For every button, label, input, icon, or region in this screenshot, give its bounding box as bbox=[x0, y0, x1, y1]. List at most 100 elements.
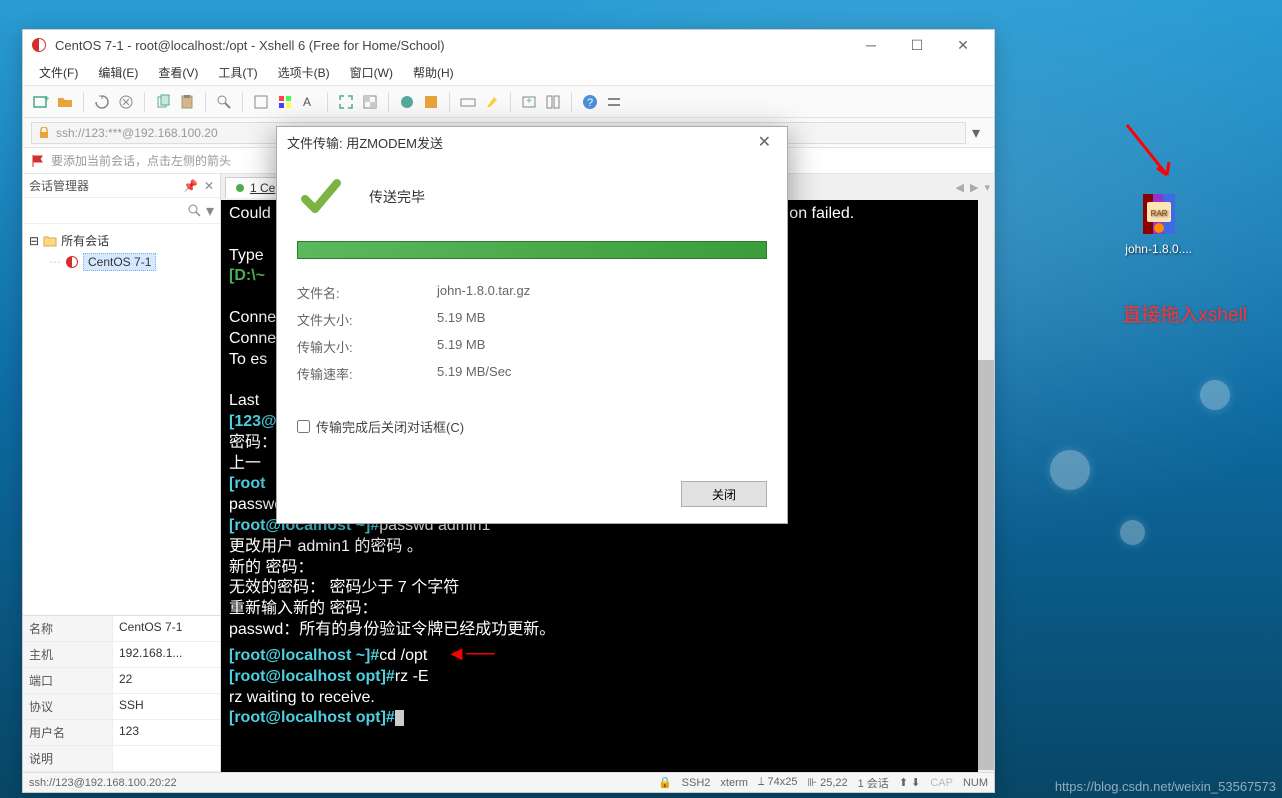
terminal-scrollbar[interactable] bbox=[978, 200, 994, 772]
address-dropdown[interactable]: ▾ bbox=[966, 123, 986, 143]
tb-transparent[interactable] bbox=[360, 92, 380, 112]
status-cap: CAP bbox=[930, 777, 953, 789]
annotation-text: 直接拖入xshell bbox=[1122, 300, 1247, 327]
prop-user-key: 用户名 bbox=[23, 720, 113, 745]
flag-icon bbox=[31, 154, 45, 168]
minimize-button[interactable]: ─ bbox=[848, 30, 894, 60]
dlg-filesize-label: 文件大小: bbox=[297, 310, 437, 329]
tb-color[interactable] bbox=[275, 92, 295, 112]
dlg-filesize-value: 5.19 MB bbox=[437, 310, 485, 329]
dialog-titlebar[interactable]: 文件传输: 用ZMODEM发送 ✕ bbox=[277, 127, 787, 157]
dlg-filename-value: john-1.8.0.tar.gz bbox=[437, 283, 530, 302]
desktop-file-icon[interactable]: RAR john-1.8.0.... bbox=[1125, 190, 1192, 256]
status-ssh-icon: 🔒 bbox=[658, 776, 672, 789]
dialog-close-button[interactable]: ✕ bbox=[752, 132, 777, 152]
toolbar: + A + ? bbox=[23, 86, 994, 118]
maximize-button[interactable]: ☐ bbox=[894, 30, 940, 60]
session-tree: ⊟ 所有会话 ⋯ CentOS 7-1 bbox=[23, 224, 220, 615]
tb-xftp[interactable] bbox=[397, 92, 417, 112]
prop-proto-val: SSH bbox=[113, 694, 220, 719]
tab-label: 1 Ce bbox=[250, 181, 275, 195]
session-properties: 名称CentOS 7-1 主机192.168.1... 端口22 协议SSH 用… bbox=[23, 615, 220, 772]
tb-fullscreen[interactable] bbox=[336, 92, 356, 112]
menubar: 文件(F) 编辑(E) 查看(V) 工具(T) 选项卡(B) 窗口(W) 帮助(… bbox=[23, 60, 994, 86]
transfer-dialog: 文件传输: 用ZMODEM发送 ✕ 传送完毕 文件名:john-1.8.0.ta… bbox=[276, 126, 788, 524]
tb-reconnect[interactable] bbox=[92, 92, 112, 112]
dialog-checkbox[interactable]: 传输完成后关闭对话框(C) bbox=[297, 417, 767, 436]
dlg-filename-label: 文件名: bbox=[297, 283, 437, 302]
tree-root[interactable]: ⊟ 所有会话 bbox=[29, 230, 214, 251]
tb-copy[interactable] bbox=[153, 92, 173, 112]
tb-highlight[interactable] bbox=[482, 92, 502, 112]
tab-prev[interactable]: ◀ bbox=[956, 181, 964, 194]
prop-user-val: 123 bbox=[113, 720, 220, 745]
tb-keyboard[interactable] bbox=[458, 92, 478, 112]
dlg-transfer-label: 传输大小: bbox=[297, 337, 437, 356]
tree-root-label: 所有会话 bbox=[61, 232, 109, 249]
dlg-rate-label: 传输速率: bbox=[297, 364, 437, 383]
sidebar-title: 会话管理器 bbox=[29, 177, 89, 194]
prop-desc-key: 说明 bbox=[23, 746, 113, 771]
prop-port-val: 22 bbox=[113, 668, 220, 693]
tab-menu[interactable]: ▾ bbox=[984, 181, 990, 194]
tab-next[interactable]: ▶ bbox=[970, 181, 978, 194]
status-num: NUM bbox=[963, 777, 988, 789]
tb-disconnect[interactable] bbox=[116, 92, 136, 112]
dialog-close-btn[interactable]: 关闭 bbox=[681, 481, 767, 507]
svg-text:?: ? bbox=[587, 97, 593, 109]
statusbar: ssh://123@192.168.100.20:22 🔒 SSH2 xterm… bbox=[23, 772, 994, 792]
svg-text:A: A bbox=[303, 95, 311, 109]
terminal-cursor bbox=[395, 710, 404, 726]
lock-icon bbox=[38, 127, 50, 139]
status-address: ssh://123@192.168.100.20:22 bbox=[29, 777, 177, 789]
titlebar[interactable]: CentOS 7-1 - root@localhost:/opt - Xshel… bbox=[23, 30, 994, 60]
menu-edit[interactable]: 编辑(E) bbox=[90, 61, 146, 84]
tb-find[interactable] bbox=[214, 92, 234, 112]
tb-props[interactable] bbox=[251, 92, 271, 112]
tb-paste[interactable] bbox=[177, 92, 197, 112]
status-size: 74x25 bbox=[767, 776, 797, 788]
tb-help[interactable]: ? bbox=[580, 92, 600, 112]
status-ssh: SSH2 bbox=[682, 777, 711, 789]
app-icon bbox=[31, 37, 47, 53]
menu-tab[interactable]: 选项卡(B) bbox=[270, 61, 338, 84]
svg-text:+: + bbox=[526, 96, 532, 107]
tb-layout[interactable] bbox=[543, 92, 563, 112]
tb-new-session[interactable]: + bbox=[31, 92, 51, 112]
menu-window[interactable]: 窗口(W) bbox=[342, 61, 401, 84]
red-arrow-annotation bbox=[1122, 120, 1182, 190]
desktop-file-label: john-1.8.0.... bbox=[1125, 242, 1192, 256]
tree-session-label: CentOS 7-1 bbox=[83, 253, 156, 271]
dialog-checkbox-input[interactable] bbox=[297, 420, 310, 433]
check-icon bbox=[297, 173, 345, 221]
sidebar: 会话管理器 📌 ✕ ▾ ⊟ 所有会话 ⋯ CentOS bbox=[23, 174, 221, 772]
menu-help[interactable]: 帮助(H) bbox=[405, 61, 462, 84]
dialog-status: 传送完毕 bbox=[369, 187, 425, 207]
menu-tools[interactable]: 工具(T) bbox=[210, 61, 265, 84]
session-icon bbox=[65, 255, 79, 269]
folder-icon bbox=[43, 234, 57, 248]
sidebar-search[interactable]: ▾ bbox=[23, 198, 220, 224]
sidebar-header: 会话管理器 📌 ✕ bbox=[23, 174, 220, 198]
menu-file[interactable]: 文件(F) bbox=[31, 61, 86, 84]
close-button[interactable]: ✕ bbox=[940, 30, 986, 60]
sidebar-close-icon[interactable]: ✕ bbox=[204, 179, 214, 193]
tree-session[interactable]: ⋯ CentOS 7-1 bbox=[29, 251, 214, 273]
sidebar-pin-icon[interactable]: 📌 bbox=[183, 179, 198, 193]
tab-status-dot bbox=[236, 184, 244, 192]
dialog-checkbox-label: 传输完成后关闭对话框(C) bbox=[316, 417, 464, 436]
status-term: xterm bbox=[720, 777, 748, 789]
tb-script[interactable] bbox=[421, 92, 441, 112]
tb-more[interactable] bbox=[604, 92, 624, 112]
dlg-rate-value: 5.19 MB/Sec bbox=[437, 364, 511, 383]
search-icon bbox=[188, 204, 202, 218]
prop-host-val: 192.168.1... bbox=[113, 642, 220, 667]
menu-view[interactable]: 查看(V) bbox=[150, 61, 206, 84]
dialog-title: 文件传输: 用ZMODEM发送 bbox=[287, 133, 443, 152]
dialog-info: 文件名:john-1.8.0.tar.gz 文件大小:5.19 MB 传输大小:… bbox=[297, 279, 767, 387]
tb-open[interactable] bbox=[55, 92, 75, 112]
tb-font[interactable]: A bbox=[299, 92, 319, 112]
tb-newtab[interactable]: + bbox=[519, 92, 539, 112]
hint-text: 要添加当前会话，点击左侧的箭头 bbox=[51, 152, 231, 169]
tree-collapse-icon[interactable]: ⊟ bbox=[29, 234, 39, 248]
